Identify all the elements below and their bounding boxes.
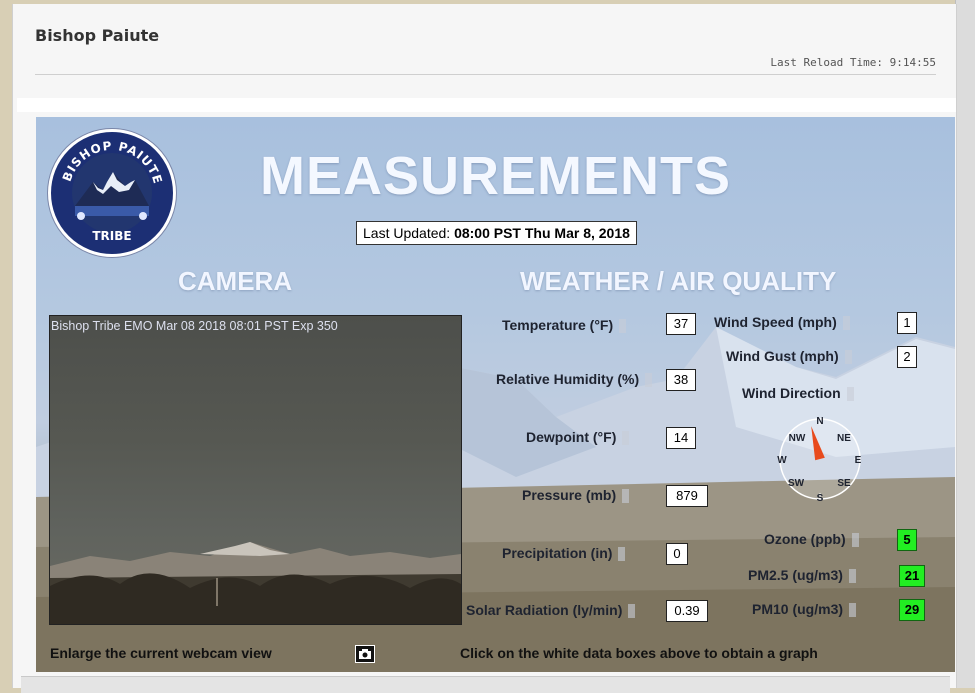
compass-icon: N NE E SE S SW W NW [777, 416, 862, 504]
webcam-scene [50, 542, 461, 624]
temperature-value-box[interactable]: 37 [666, 313, 696, 335]
webcam-caption: Bishop Tribe EMO Mar 08 2018 08:01 PST E… [51, 319, 338, 333]
precipitation-value-box[interactable]: 0 [666, 543, 688, 565]
graph-hint: Click on the white data boxes above to o… [460, 645, 818, 661]
wind-compass[interactable]: N NE E SE S SW W NW [776, 415, 864, 504]
horizontal-scrollbar[interactable] [21, 676, 950, 693]
pm10-value-box[interactable]: 29 [899, 599, 925, 621]
temperature-label: Temperature (°F) [502, 317, 627, 334]
camera-heading: CAMERA [178, 266, 293, 296]
last-updated: Last Updated: 08:00 PST Thu Mar 8, 2018 [356, 221, 637, 245]
compass-w: W [777, 455, 787, 466]
compass-n: N [816, 416, 823, 427]
weather-heading: WEATHER / AIR QUALITY [520, 266, 837, 296]
measurements-dashboard: BISHOP PAIUTE TRIBE MEASUREMENTS Last Up… [36, 117, 955, 672]
wind-gust-value-box[interactable]: 2 [897, 346, 917, 368]
solar-radiation-label: Solar Radiation (ly/min) [466, 602, 636, 619]
pressure-label: Pressure (mb) [522, 487, 630, 504]
last-updated-label: Last Updated: [363, 225, 451, 241]
compass-s: S [817, 493, 824, 503]
dewpoint-label: Dewpoint (°F) [526, 429, 630, 446]
camera-glyph [359, 649, 371, 659]
dewpoint-value-box[interactable]: 14 [666, 427, 696, 449]
wind-direction-label: Wind Direction [742, 385, 854, 402]
webcam-image[interactable]: Bishop Tribe EMO Mar 08 2018 08:01 PST E… [49, 315, 462, 625]
camera-icon[interactable] [355, 645, 375, 663]
humidity-value-box[interactable]: 38 [666, 369, 696, 391]
pm25-label: PM2.5 (ug/m3) [748, 567, 856, 584]
wind-speed-value-box[interactable]: 1 [897, 312, 917, 334]
page-title: MEASUREMENTS [259, 146, 732, 206]
enlarge-webcam-link[interactable]: Enlarge the current webcam view [50, 645, 272, 661]
compass-e: E [855, 455, 862, 466]
pressure-value-box[interactable]: 879 [666, 485, 708, 507]
compass-sw: SW [788, 478, 805, 489]
precipitation-label: Precipitation (in) [502, 545, 626, 562]
compass-se: SE [837, 478, 851, 489]
pm25-value-box[interactable]: 21 [899, 565, 925, 587]
reload-label: Last Reload Time: [770, 56, 884, 69]
panel-title: Bishop Paiute [35, 26, 160, 45]
compass-ne: NE [837, 433, 851, 444]
solar-radiation-value-box[interactable]: 0.39 [666, 600, 708, 622]
reload-time: 9:14:55 [889, 56, 936, 69]
wind-speed-label: Wind Speed (mph) [714, 314, 850, 331]
wind-gust-label: Wind Gust (mph) [726, 348, 852, 365]
ozone-label: Ozone (ppb) [764, 531, 859, 548]
content-top-strip [17, 98, 956, 112]
ozone-value-box[interactable]: 5 [897, 529, 917, 551]
pm10-label: PM10 (ug/m3) [752, 601, 857, 618]
last-updated-value: 08:00 PST Thu Mar 8, 2018 [454, 225, 630, 241]
svg-text:TRIBE: TRIBE [92, 229, 131, 243]
compass-nw: NW [789, 433, 806, 444]
humidity-label: Relative Humidity (%) [496, 371, 653, 388]
last-reload-time: Last Reload Time: 9:14:55 [770, 56, 936, 69]
header-divider [35, 74, 936, 75]
window-scrollbar[interactable] [955, 0, 975, 688]
